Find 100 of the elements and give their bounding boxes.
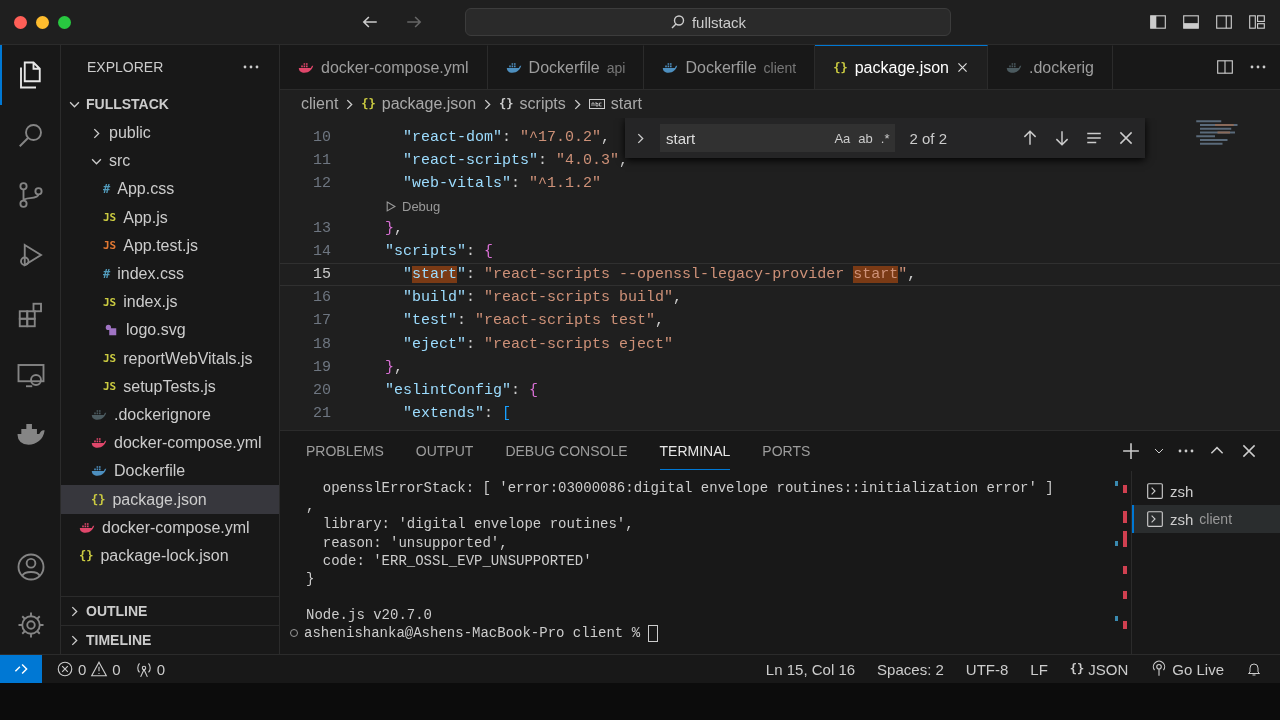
panel-tab[interactable]: TERMINAL — [659, 432, 731, 470]
status-item[interactable]: Ln 15, Col 16 — [765, 660, 856, 678]
terminal-cursor — [648, 624, 659, 642]
file-tree-item[interactable]: Dockerfile — [61, 457, 279, 486]
close-icon[interactable] — [1117, 129, 1135, 147]
arrow-up-icon[interactable] — [1021, 129, 1039, 147]
panel-tab[interactable]: PROBLEMS — [306, 432, 384, 470]
line-number: 18 — [312, 335, 331, 353]
ports-status[interactable]: 0 — [134, 660, 166, 678]
problems-status[interactable]: 0 0 — [56, 660, 121, 678]
tab-description: client — [763, 59, 797, 76]
terminal-icon — [1146, 482, 1164, 500]
more-actions-icon[interactable] — [1178, 449, 1194, 453]
file-tree-item[interactable]: logo.svg — [61, 316, 279, 345]
chevron-right-icon — [91, 127, 102, 139]
plus-icon[interactable] — [1122, 442, 1140, 460]
breadcrumb-item[interactable]: client — [301, 95, 339, 113]
sidebar-toggle-icon[interactable] — [1149, 13, 1167, 31]
file-tree-item[interactable]: JS index.js — [61, 288, 279, 317]
language-mode[interactable]: {} JSON — [1069, 660, 1129, 678]
file-tree-item[interactable]: JS App.js — [61, 203, 279, 232]
explorer-title: EXPLORER — [87, 59, 164, 75]
go-live-button[interactable]: Go Live — [1150, 660, 1224, 678]
minimize-window-button[interactable] — [36, 15, 49, 29]
file-type-icon: JS — [103, 211, 117, 225]
tab-label: .dockerig — [1029, 58, 1094, 77]
editor-tab[interactable]: {} package.json — [815, 45, 988, 89]
secondary-sidebar-icon[interactable] — [1215, 13, 1233, 31]
code-line: "build": "react-scripts build", — [402, 289, 683, 307]
breadcrumb-item[interactable]: start — [610, 95, 642, 113]
antenna-icon — [134, 660, 153, 678]
chevron-right-icon — [69, 605, 80, 617]
workspace-folder-header[interactable]: FULLSTACK — [61, 89, 279, 119]
file-type-icon: {} — [79, 548, 94, 563]
file-tree-item[interactable]: JS App.test.js — [61, 231, 279, 260]
terminal-list-item[interactable]: zsh client — [1132, 505, 1280, 533]
command-search-field[interactable]: fullstack — [465, 8, 951, 36]
panel-toggle-icon[interactable] — [1182, 13, 1200, 31]
file-tree-item[interactable]: docker-compose.yml — [61, 513, 279, 542]
breadcrumb-item[interactable]: scripts — [519, 95, 566, 113]
folder-tree-item[interactable]: public — [61, 119, 279, 148]
chevron-down-icon[interactable] — [1154, 446, 1164, 456]
close-window-button[interactable] — [14, 15, 27, 29]
close-icon[interactable] — [1240, 442, 1258, 460]
line-number: 21 — [312, 405, 331, 423]
editor-tab[interactable]: .dockerig — [988, 45, 1113, 89]
arrow-down-icon[interactable] — [1053, 129, 1071, 147]
status-item[interactable]: Spaces: 2 — [877, 660, 944, 678]
file-tree-item[interactable]: .dockerignore — [61, 400, 279, 430]
editor-tab[interactable]: docker-compose.yml — [280, 45, 488, 89]
zoom-window-button[interactable] — [58, 15, 71, 29]
status-item[interactable]: UTF-8 — [965, 660, 1009, 678]
file-type-icon: JS — [103, 295, 117, 309]
file-tree-item[interactable]: docker-compose.yml — [61, 429, 279, 458]
file-tree-item[interactable]: {} package.json — [61, 485, 279, 514]
editor-tab[interactable]: Dockerfile api — [487, 45, 645, 89]
workspace-folder-name: FULLSTACK — [86, 96, 169, 112]
file-type-icon: {} — [833, 60, 848, 75]
code-line: }, — [384, 219, 404, 237]
whale-icon — [91, 407, 107, 422]
braces-icon: {} — [361, 97, 376, 111]
split-editor-icon[interactable] — [1216, 58, 1234, 76]
chevron-right-icon — [635, 132, 646, 144]
terminal-icon — [1146, 510, 1164, 528]
find-option-toggle[interactable]: .* — [880, 130, 890, 146]
more-actions-icon[interactable] — [243, 65, 259, 69]
terminal-list-item[interactable]: zsh — [1132, 477, 1280, 505]
status-item[interactable]: LF — [1030, 660, 1048, 678]
line-number: 11 — [312, 152, 331, 170]
debug-codelens[interactable]: Debug — [385, 198, 441, 214]
minimap-drawing — [1195, 120, 1240, 145]
remote-button[interactable] — [0, 655, 42, 683]
folder-tree-item[interactable]: src — [61, 147, 279, 176]
section-title: TIMELINE — [86, 632, 152, 648]
file-type-icon: {} — [91, 492, 106, 507]
file-tree-item[interactable]: {} package-lock.json — [61, 541, 279, 570]
panel-tab[interactable]: PORTS — [762, 432, 811, 470]
terminal-output-line: Node.js v20.7.0 — [306, 606, 434, 625]
play-icon — [385, 200, 396, 212]
breadcrumb-item[interactable]: package.json — [381, 95, 477, 113]
find-input[interactable]: start Aa ab .* — [660, 124, 896, 152]
find-option-toggle[interactable]: ab — [858, 130, 873, 146]
code-line: "web-vitals": "^1.1.2" — [402, 175, 602, 193]
collapsed-section-header[interactable]: OUTLINE — [61, 596, 279, 625]
bell-icon[interactable] — [1246, 661, 1262, 677]
file-tree-item[interactable]: # index.css — [61, 259, 279, 289]
line-number: 13 — [312, 219, 331, 237]
close-icon[interactable] — [956, 61, 969, 74]
panel-tab[interactable]: OUTPUT — [415, 432, 474, 470]
line-number: 17 — [312, 312, 331, 330]
find-option-toggle[interactable]: Aa — [834, 130, 851, 146]
file-tree-item[interactable]: # App.css — [61, 175, 279, 204]
panel-tab[interactable]: DEBUG CONSOLE — [505, 432, 628, 470]
code-line: "react-dom": "^17.0.2", — [402, 129, 611, 147]
file-type-icon: JS — [103, 380, 117, 394]
file-tree-item[interactable]: JS reportWebVitals.js — [61, 344, 279, 373]
file-tree-item[interactable]: JS setupTests.js — [61, 372, 279, 401]
more-actions-icon[interactable] — [1250, 65, 1266, 69]
layout-icon[interactable] — [1248, 13, 1266, 31]
terminal-output-line: reason: 'unsupported', — [321, 533, 509, 552]
